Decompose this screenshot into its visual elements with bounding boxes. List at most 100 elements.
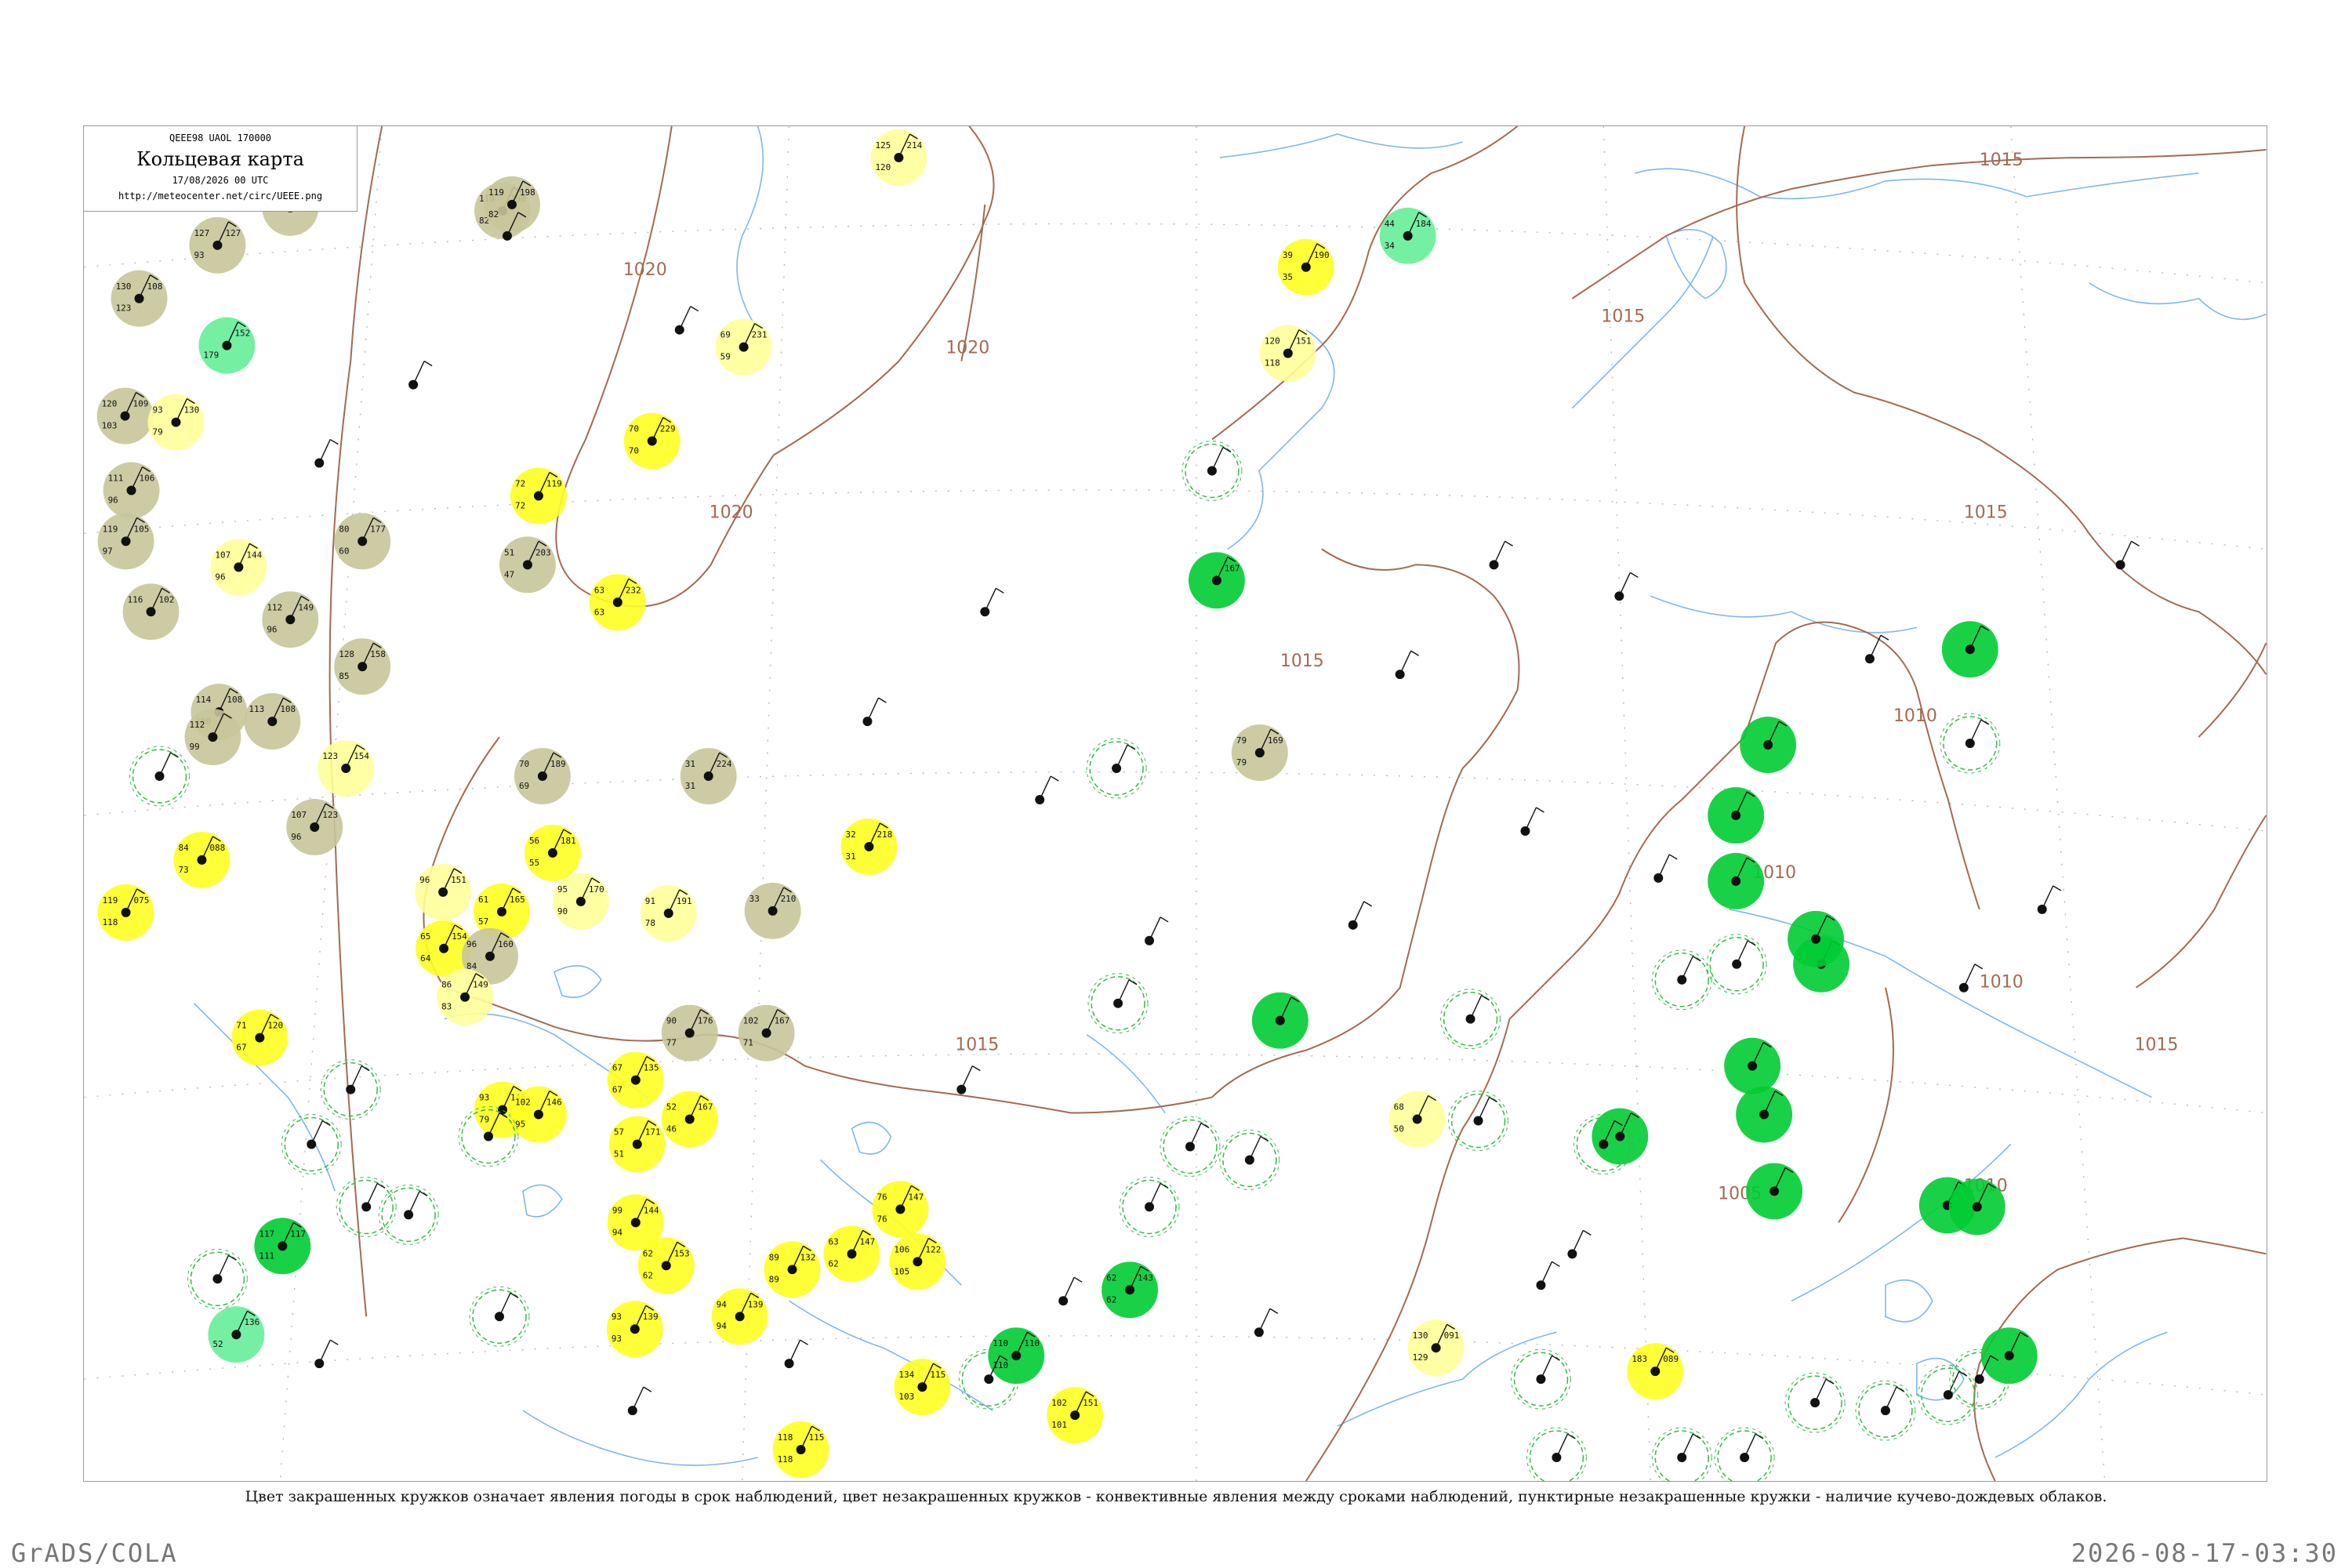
dewpoint-value: 105 — [894, 1266, 909, 1276]
dewpoint-value: 96 — [267, 624, 277, 634]
wind-barb-icon — [800, 1339, 808, 1345]
pressure-value: 108 — [227, 695, 242, 705]
temperature-value: 127 — [194, 228, 209, 238]
temperature-value: 120 — [1265, 336, 1280, 347]
cloud-cover-icon — [358, 536, 368, 546]
pressure-value: 117 — [290, 1229, 306, 1239]
station-plot: 118 115 118 — [772, 1421, 829, 1479]
wind-barb-icon — [1963, 964, 1976, 989]
station-plot: 136 52 — [208, 1306, 265, 1363]
wind-barb-icon — [1352, 901, 1365, 926]
station-plot: 62 143 62 — [1102, 1261, 1159, 1319]
pressure-value: 108 — [147, 281, 163, 292]
wind-barb-icon — [318, 1339, 331, 1364]
source-url[interactable]: http://meteocenter.net/circ/UEEE.png — [84, 191, 357, 201]
pressure-value: 139 — [748, 1299, 764, 1309]
dewpoint-value: 120 — [875, 162, 891, 172]
dewpoint-value: 118 — [1265, 358, 1280, 368]
cloud-cover-icon — [847, 1249, 857, 1259]
temperature-value: 106 — [894, 1244, 909, 1254]
station-plot: 183 089 — [1627, 1343, 1684, 1400]
pressure-value: 152 — [234, 328, 250, 339]
pressure-value: 132 — [800, 1252, 816, 1262]
wind-barb-icon — [1062, 1277, 1075, 1301]
station-plot — [469, 1286, 530, 1347]
station-plot — [862, 697, 887, 727]
dewpoint-value: 63 — [594, 607, 604, 617]
wind-barb-icon — [1258, 1308, 1271, 1333]
wind-barb-icon — [423, 361, 433, 367]
temperature-value: 86 — [441, 980, 452, 990]
station-plot: 123 154 — [318, 740, 375, 797]
cloud-cover-icon — [121, 907, 131, 917]
temperature-value: 95 — [557, 884, 568, 895]
dewpoint-value: 72 — [515, 500, 525, 510]
station-plot — [1788, 910, 1845, 967]
dewpoint-value: 129 — [1413, 1352, 1428, 1363]
station-plot: 117 117 111 — [254, 1218, 311, 1275]
dewpoint-value: 59 — [720, 352, 731, 362]
dewpoint-value: 93 — [612, 1334, 622, 1344]
station-plot: 102 14695 — [510, 1086, 567, 1143]
station-plot — [314, 438, 339, 468]
temperature-value: 99 — [612, 1205, 622, 1215]
wind-barb-icon — [1618, 572, 1631, 597]
dewpoint-value: 60 — [339, 546, 349, 556]
dewpoint-value: 55 — [529, 858, 539, 868]
temperature-value: 134 — [898, 1370, 914, 1380]
pressure-value: 120 — [267, 1021, 283, 1031]
temperature-value: 113 — [249, 704, 264, 714]
temperature-value: 112 — [267, 602, 282, 612]
pressure-value: 102 — [159, 594, 175, 604]
dewpoint-value: 82 — [488, 209, 499, 220]
wind-barb-icon — [1571, 1230, 1584, 1254]
station-plot — [1855, 1380, 1916, 1441]
pressure-value: 153 — [674, 1248, 690, 1258]
station-plot — [784, 1339, 808, 1369]
wind-barb-icon — [1555, 1433, 1569, 1458]
station-plot — [1948, 1178, 2005, 1236]
pressure-value: 149 — [298, 602, 314, 612]
station-plot: 95 170 90 — [552, 873, 609, 930]
wind-barb-icon — [960, 1065, 973, 1090]
wind-barb-icon — [995, 587, 1004, 593]
temperature-value: 31 — [685, 759, 695, 769]
station-plot: 127 127 93 — [189, 216, 246, 274]
temperature-value: 69 — [720, 330, 731, 340]
map-frame: 1020 1020 1020 1015 1015 1015 1015 1015 … — [83, 125, 2267, 1482]
temperature-value: 102 — [515, 1098, 531, 1108]
station-plot: 107 123 96 — [286, 799, 343, 855]
dewpoint-value: 118 — [103, 917, 118, 927]
dewpoint-value: 103 — [102, 421, 118, 431]
station-plot: 51 203 47 — [499, 536, 556, 593]
temperature-value: 112 — [189, 720, 205, 730]
wind-barb-icon — [1736, 940, 1748, 965]
wind-barb-icon — [412, 361, 425, 385]
station-plot: 107 144 96 — [210, 539, 267, 596]
wind-barb-icon — [1814, 1378, 1827, 1403]
pressure-value: 106 — [140, 473, 155, 483]
station-plot: 70 189 69 — [514, 748, 571, 804]
station-plot — [1706, 934, 1767, 995]
pressure-value: 135 — [644, 1063, 659, 1073]
wind-barb-icon — [1469, 995, 1483, 1019]
temperature-value: 90 — [666, 1016, 677, 1026]
temperature-value: 67 — [612, 1063, 622, 1073]
wind-barb-icon — [1249, 1136, 1261, 1160]
pressure-value: 232 — [626, 585, 641, 595]
cloud-cover-icon — [1974, 1374, 1984, 1385]
dewpoint-value: 31 — [845, 851, 855, 862]
wind-barb-icon — [350, 1065, 362, 1090]
temperature-value: 118 — [778, 1432, 793, 1443]
pressure-value: 146 — [546, 1098, 562, 1108]
dewpoint-value: 57 — [478, 916, 488, 927]
station-plot — [1567, 1229, 1592, 1259]
station-plot: 63 232 63 — [589, 574, 646, 631]
wind-barb-icon — [228, 1254, 237, 1261]
station-plot: 89 132 89 — [764, 1241, 821, 1298]
station-plot — [674, 306, 699, 335]
temperature-value: 119 — [103, 524, 118, 534]
temperature-value: 80 — [339, 524, 349, 534]
pressure-value: 149 — [473, 980, 488, 990]
dewpoint-value: 123 — [116, 303, 132, 314]
